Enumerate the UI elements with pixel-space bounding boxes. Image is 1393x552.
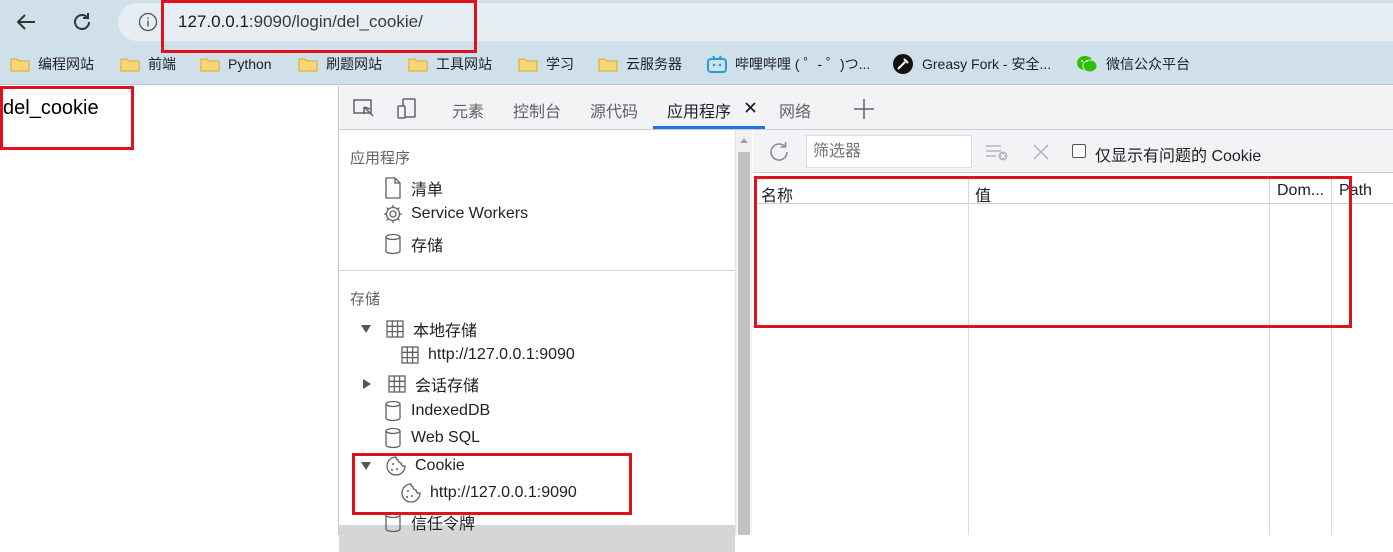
bookmark-label: 刷题网站 — [326, 56, 382, 72]
devtools-tab-bar: 元素 控制台 源代码 应用程序 网络 — [339, 86, 1393, 130]
clear-filtered-icon[interactable] — [985, 143, 1009, 161]
tab-network[interactable]: 网络 — [779, 98, 811, 122]
sidebar-section-application: 应用程序 — [350, 150, 411, 167]
sidebar-scroll-thumb[interactable] — [738, 152, 750, 535]
tab-sources[interactable]: 源代码 — [590, 98, 638, 122]
inspect-element-icon[interactable] — [353, 99, 375, 119]
table-icon — [386, 320, 404, 338]
refresh-icon[interactable] — [767, 140, 791, 164]
folder-icon — [518, 58, 538, 72]
bookmark-label: 哔哩哔哩 ( ゜- ゜)つ... — [735, 56, 871, 72]
info-icon[interactable] — [138, 12, 158, 32]
gear-icon — [384, 205, 402, 223]
database-icon — [385, 233, 401, 255]
cookie-toolbar: 仅显示有问题的 Cookie — [753, 130, 1393, 173]
file-icon — [385, 177, 401, 199]
folder-icon — [200, 58, 220, 72]
sidebar-item-label: IndexedDB — [411, 402, 491, 419]
bookmark-item[interactable]: Greasy Fork - 安全... — [892, 53, 1051, 75]
sidebar-item-label: 本地存储 — [413, 323, 478, 340]
close-tab-icon[interactable] — [745, 102, 756, 113]
arrow-left-icon — [16, 14, 35, 30]
back-button[interactable] — [10, 6, 42, 38]
bookmark-item[interactable]: 哔哩哔哩 ( ゜- ゜)つ... — [707, 53, 870, 75]
sidebar-item-local-storage[interactable]: 本地存储 — [361, 317, 477, 341]
device-toolbar-icon[interactable] — [395, 97, 419, 121]
reload-icon — [74, 13, 90, 30]
tab-console[interactable]: 控制台 — [513, 98, 561, 122]
bookmark-item[interactable]: 学习 — [518, 53, 574, 75]
bilibili-icon — [707, 55, 727, 73]
sidebar-item-label: http://127.0.0.1:9090 — [428, 346, 575, 363]
reload-button[interactable] — [66, 6, 98, 38]
sidebar-item-label: Service Workers — [411, 205, 529, 222]
database-icon — [385, 427, 401, 449]
database-icon — [385, 400, 401, 422]
sidebar-divider — [339, 270, 735, 271]
annotation-box-cookie-origin — [352, 453, 632, 515]
bookmark-label: Python — [228, 56, 272, 72]
expand-arrow-icon[interactable] — [361, 325, 371, 333]
annotation-box-cookie-table — [754, 176, 1352, 328]
table-icon — [388, 375, 406, 393]
folder-icon — [408, 58, 428, 72]
bookmark-item[interactable]: 微信公众平台 — [1076, 53, 1190, 75]
scroll-up-arrow-icon[interactable] — [739, 136, 749, 144]
sidebar-item-indexeddb[interactable]: IndexedDB — [383, 400, 490, 422]
bookmark-item[interactable]: 云服务器 — [598, 53, 682, 75]
only-issues-checkbox[interactable] — [1072, 144, 1086, 158]
sidebar-item-service-workers[interactable]: Service Workers — [383, 204, 528, 224]
bookmark-label: 微信公众平台 — [1106, 56, 1190, 72]
bookmark-label: 云服务器 — [626, 56, 682, 72]
tab-application[interactable]: 应用程序 — [667, 98, 731, 122]
sidebar-item-label: 清单 — [411, 182, 444, 199]
annotation-box-url — [161, 0, 477, 53]
bookmark-label: Greasy Fork - 安全... — [922, 56, 1052, 72]
bookmark-label: 学习 — [546, 56, 574, 72]
sidebar-item-label: 会话存储 — [415, 378, 480, 395]
only-issues-label: 仅显示有问题的 Cookie — [1095, 148, 1262, 165]
tab-elements[interactable]: 元素 — [452, 98, 484, 122]
sidebar-item-websql[interactable]: Web SQL — [383, 427, 480, 449]
sidebar-item-label: 存储 — [411, 238, 444, 255]
cookie-filter-input[interactable] — [806, 135, 972, 168]
bookmark-label: 前端 — [148, 56, 176, 72]
sidebar-section-storage: 存储 — [350, 291, 381, 308]
bookmark-item[interactable]: 工具网站 — [408, 53, 492, 75]
sidebar-item-label: Web SQL — [411, 429, 481, 446]
sidebar-item-session-storage[interactable]: 会话存储 — [361, 372, 479, 396]
greasyfork-icon — [893, 54, 913, 74]
folder-icon — [120, 58, 140, 72]
bookmark-label: 编程网站 — [38, 56, 94, 72]
active-tab-indicator — [653, 126, 765, 129]
bookmark-item[interactable]: 编程网站 — [10, 53, 94, 75]
delete-icon[interactable] — [1032, 143, 1050, 161]
bookmark-item[interactable]: 刷题网站 — [298, 53, 382, 75]
folder-icon — [298, 58, 318, 72]
expand-arrow-icon[interactable] — [363, 379, 371, 389]
bookmark-item[interactable]: Python — [200, 53, 272, 75]
sidebar-item-local-storage-origin[interactable]: http://127.0.0.1:9090 — [400, 345, 575, 365]
add-tab-icon[interactable] — [853, 98, 875, 120]
sidebar-item-manifest[interactable]: 清单 — [383, 176, 443, 200]
folder-icon — [598, 58, 618, 72]
sidebar-item-storage[interactable]: 存储 — [383, 232, 443, 256]
bookmark-item[interactable]: 前端 — [120, 53, 176, 75]
wechat-icon — [1077, 56, 1098, 73]
folder-icon — [10, 58, 30, 72]
bookmark-label: 工具网站 — [436, 56, 492, 72]
table-icon — [401, 346, 419, 364]
annotation-box-page-text — [0, 86, 134, 150]
